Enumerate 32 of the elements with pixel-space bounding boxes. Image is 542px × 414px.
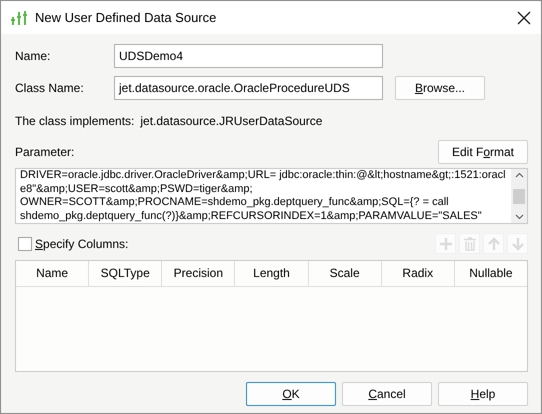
vertical-scrollbar[interactable] (511, 169, 527, 223)
edit-format-button[interactable]: Edit Format (438, 140, 528, 164)
class-name-field[interactable]: jet.datasource.oracle.OracleProcedureUDS (114, 76, 383, 100)
field-label: Name: (15, 48, 52, 65)
close-icon[interactable] (517, 10, 531, 24)
window-title: New User Defined Data Source (35, 8, 218, 27)
dialog-button[interactable]: OK (246, 382, 336, 406)
name-field[interactable]: UDSDemo4 (114, 44, 383, 68)
browse-button[interactable]: Browse... (395, 76, 485, 100)
field-label: Class Name: (15, 80, 85, 97)
column-header[interactable]: Nullable (454, 261, 527, 287)
column-header[interactable]: Length (235, 261, 309, 287)
scroll-down-icon[interactable] (514, 214, 524, 220)
up-arrow-icon (486, 236, 500, 250)
column-header[interactable]: SQLType (89, 261, 162, 287)
add-icon (438, 236, 452, 250)
implements-label: The class implements: (15, 113, 134, 130)
column-header[interactable]: Precision (162, 261, 236, 287)
app-icon (11, 10, 27, 26)
implements-value: jet.datasource.JRUserDataSource (140, 113, 322, 130)
dialog-button[interactable]: Help (438, 382, 528, 406)
delete-icon (462, 236, 476, 250)
down-arrow-icon (510, 236, 524, 250)
column-header[interactable]: Scale (308, 261, 382, 287)
specify-columns-label[interactable]: Specify Columns: (35, 234, 128, 252)
parameter-label: Parameter: (15, 144, 74, 161)
parameter-text: DRIVER=oracle.jdbc.driver.OracleDriver&amp;URL= jdbc:oracle:thin:@&lt;hostname&gt;:1521:oracl e8"&amp;USER=scott&amp;PSWD=tiger&amp; OWNER=SCOTT&amp;PROCNAME=shdemo_pkg.deptquery_func&amp;SQL={? = call shdemo_pkg.deptquery_func(?)}&amp;REFCURSORINDEX=1&amp;PARAMVALUE="SALES" (19, 169, 507, 223)
column-header[interactable]: Radix (382, 261, 455, 287)
scroll-up-icon[interactable] (514, 172, 524, 178)
column-header[interactable]: Name (16, 261, 90, 287)
dialog-button[interactable]: Cancel (342, 382, 432, 406)
checkbox[interactable] (18, 236, 32, 250)
